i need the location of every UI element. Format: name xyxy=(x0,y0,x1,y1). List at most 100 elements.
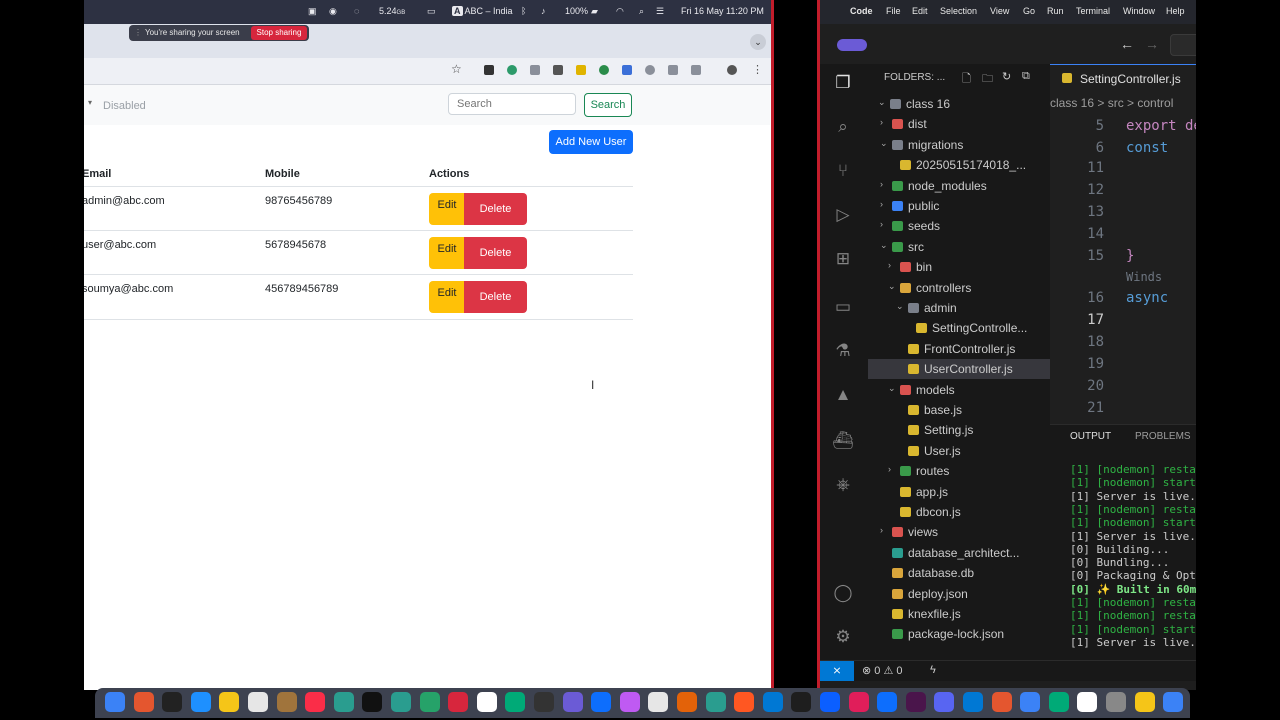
dock-app-icon[interactable] xyxy=(877,692,898,712)
dock-app-icon[interactable] xyxy=(505,692,526,712)
menu-terminal[interactable]: Terminal xyxy=(1076,6,1110,16)
source-control-icon[interactable]: ⑂ xyxy=(832,160,854,182)
dock-app-icon[interactable] xyxy=(905,692,926,712)
explorer-icon[interactable]: ❐ xyxy=(832,72,854,94)
remote-explorer-icon[interactable]: ▭ xyxy=(832,296,854,318)
dock-app-icon[interactable] xyxy=(276,692,297,712)
breadcrumb[interactable]: class 16 > src > control xyxy=(1050,96,1173,110)
search-button[interactable]: Search xyxy=(584,93,632,117)
extension-icon[interactable] xyxy=(668,65,678,75)
volume-icon[interactable]: ♪ xyxy=(541,6,546,16)
dock-app-icon[interactable] xyxy=(591,692,612,712)
tree-folder[interactable]: ⌄ controllers xyxy=(868,278,1050,298)
code-line[interactable]: } xyxy=(1126,248,1134,264)
tree-file[interactable]: User.js xyxy=(868,441,1050,461)
tree-folder[interactable]: › public xyxy=(868,196,1050,216)
add-user-button[interactable]: Add New User xyxy=(549,130,633,154)
extension-icon[interactable] xyxy=(599,65,609,75)
extension-icon[interactable] xyxy=(484,65,494,75)
sync-icon[interactable]: ◌ xyxy=(354,6,359,16)
dropdown-caret-icon[interactable]: ▾ xyxy=(88,98,92,107)
dock-app-icon[interactable] xyxy=(534,692,554,712)
dock-app-icon[interactable] xyxy=(791,692,812,712)
dock-app-icon[interactable] xyxy=(133,692,154,712)
dock-app-icon[interactable] xyxy=(219,692,240,712)
back-arrow-icon[interactable]: ← xyxy=(1120,36,1134,52)
dock-app-icon[interactable] xyxy=(562,692,583,712)
collapse-all-icon[interactable]: ⧉ xyxy=(1022,70,1030,83)
tree-file[interactable]: database_architect... xyxy=(868,543,1050,563)
dock-app-icon[interactable] xyxy=(963,692,983,712)
tree-file[interactable]: app.js xyxy=(868,482,1050,502)
tree-file[interactable]: UserController.js xyxy=(868,359,1050,380)
monitor-icon[interactable]: ▭ xyxy=(427,6,436,17)
tree-file[interactable]: SettingControlle... xyxy=(868,318,1050,338)
tree-file[interactable]: Setting.js xyxy=(868,420,1050,440)
dock-app-icon[interactable] xyxy=(362,692,383,712)
testing-icon[interactable]: ⚗ xyxy=(832,340,854,362)
tree-folder[interactable]: › seeds xyxy=(868,216,1050,236)
menu-file[interactable]: File xyxy=(886,6,901,16)
dock-app-icon[interactable] xyxy=(848,692,869,712)
menu-view[interactable]: View xyxy=(990,6,1009,16)
drag-handle-icon[interactable]: ⋮ xyxy=(134,28,142,37)
bookmark-star-icon[interactable]: ☆ xyxy=(451,62,462,76)
new-folder-icon[interactable]: 🗀 xyxy=(982,70,993,89)
tab-output[interactable]: OUTPUT xyxy=(1070,431,1111,442)
forward-arrow-icon[interactable]: → xyxy=(1145,36,1159,52)
menu-window[interactable]: Window xyxy=(1123,6,1155,16)
tree-file[interactable]: knexfile.js xyxy=(868,604,1050,624)
code-editor[interactable]: 5 export de 6 const 11 12 13 14 15 } Winds 16 as… xyxy=(1050,116,1196,424)
tree-file[interactable]: FrontController.js xyxy=(868,339,1050,359)
dock-app-icon[interactable] xyxy=(705,692,726,712)
profile-avatar-icon[interactable] xyxy=(727,65,737,75)
remote-indicator-icon[interactable]: ⨯ xyxy=(820,661,854,681)
menu-go[interactable]: Go xyxy=(1023,6,1035,16)
extension-icon[interactable] xyxy=(576,65,586,75)
command-center[interactable] xyxy=(1170,34,1196,56)
tree-folder[interactable]: ⌄ src xyxy=(868,237,1050,257)
menu-help[interactable]: Help xyxy=(1166,6,1185,16)
tab-problems[interactable]: PROBLEMS xyxy=(1135,431,1191,442)
menu-edit[interactable]: Edit xyxy=(912,6,928,16)
record-icon[interactable]: ▣ xyxy=(308,6,317,17)
tree-file[interactable]: 20250515174018_... xyxy=(868,155,1050,175)
dock-app-icon[interactable] xyxy=(448,692,469,712)
delete-button[interactable]: Delete xyxy=(464,237,527,269)
delete-button[interactable]: Delete xyxy=(464,193,527,225)
tree-file[interactable]: database.db xyxy=(868,563,1050,583)
search-input[interactable] xyxy=(448,93,576,115)
tree-folder[interactable]: › routes xyxy=(868,461,1050,481)
dock-app-icon[interactable] xyxy=(820,692,840,712)
settings-gear-icon[interactable]: ⚙ xyxy=(832,626,854,648)
dock-app-icon[interactable] xyxy=(991,692,1012,712)
menu-selection[interactable]: Selection xyxy=(940,6,977,16)
extension-icon[interactable] xyxy=(645,65,655,75)
dock-app-icon[interactable] xyxy=(162,692,183,712)
tree-folder[interactable]: ⌄ models xyxy=(868,380,1050,400)
tree-file[interactable]: dbcon.js xyxy=(868,502,1050,522)
new-file-icon[interactable]: 🗋 xyxy=(962,70,971,89)
dock-app-icon[interactable] xyxy=(1077,692,1098,712)
tree-folder[interactable]: › node_modules xyxy=(868,176,1050,196)
refresh-icon[interactable]: ↻ xyxy=(1002,70,1011,83)
dock-app-icon[interactable] xyxy=(305,692,326,712)
dock-app-icon[interactable] xyxy=(1163,692,1184,712)
dock-app-icon[interactable] xyxy=(391,692,411,712)
dock-app-icon[interactable] xyxy=(762,692,783,712)
tree-folder[interactable]: ⌄ class 16 xyxy=(868,94,1050,114)
dock-app-icon[interactable] xyxy=(734,692,755,712)
menu-run[interactable]: Run xyxy=(1047,6,1064,16)
tree-folder[interactable]: › bin xyxy=(868,257,1050,277)
eyedropper-icon[interactable] xyxy=(553,65,563,75)
dock-app-icon[interactable] xyxy=(619,692,640,712)
tree-file[interactable]: base.js xyxy=(868,400,1050,420)
dock-app-icon[interactable] xyxy=(677,692,697,712)
memory-indicator[interactable]: 5.24GB xyxy=(379,6,405,16)
extension-icon[interactable] xyxy=(622,65,632,75)
dock-app-icon[interactable] xyxy=(476,692,497,712)
edit-button[interactable]: Edit xyxy=(429,193,465,225)
extensions-icon[interactable]: ⊞ xyxy=(832,248,854,270)
clock[interactable]: Fri 16 May 11:20 PM xyxy=(681,6,764,16)
code-line[interactable]: async xyxy=(1126,290,1168,306)
